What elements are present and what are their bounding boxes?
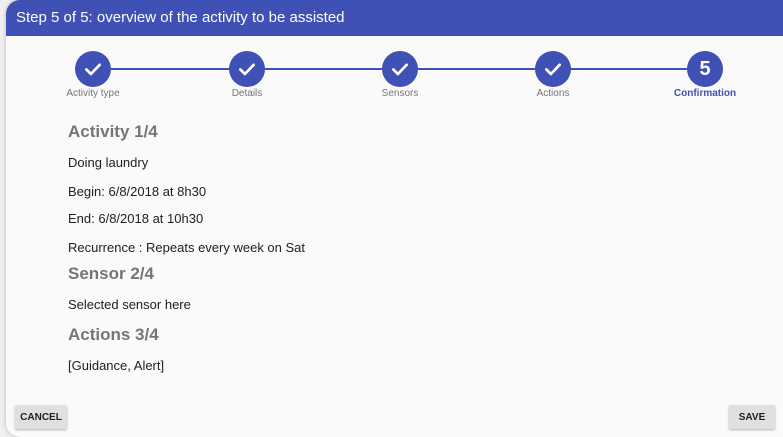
- actions-value: [Guidance, Alert]: [68, 358, 165, 373]
- check-icon: [85, 63, 101, 76]
- step-5-number: 5: [699, 57, 711, 80]
- activity-recurrence: Recurrence : Repeats every week on Sat: [68, 240, 306, 255]
- cancel-button[interactable]: CANCEL: [15, 405, 67, 429]
- step-4-label: Actions: [536, 88, 570, 99]
- step-4-done-indicator[interactable]: [535, 51, 571, 87]
- save-button[interactable]: SAVE: [729, 405, 775, 429]
- check-icon: [392, 63, 408, 76]
- activity-name: Doing laundry: [68, 155, 149, 170]
- step-1-label: Activity type: [66, 88, 120, 99]
- check-icon: [239, 63, 255, 76]
- dialog-title: Step 5 of 5: overview of the activity to…: [6, 0, 783, 36]
- actions-section-title: Actions 3/4: [68, 325, 159, 344]
- check-icon: [545, 63, 561, 76]
- step-5-active-indicator[interactable]: 5: [687, 51, 723, 87]
- activity-section-title: Activity 1/4: [68, 122, 158, 141]
- wizard-dialog: Step 5 of 5: overview of the activity to…: [6, 0, 783, 437]
- step-3-done-indicator[interactable]: [382, 51, 418, 87]
- step-5-label: Confirmation: [673, 88, 737, 99]
- stepper: Activity type Details Sensors Actions 5 …: [6, 36, 783, 106]
- sensor-value: Selected sensor here: [68, 297, 191, 312]
- step-1-done-indicator[interactable]: [75, 51, 111, 87]
- activity-end: End: 6/8/2018 at 10h30: [68, 211, 204, 226]
- step-2-label: Details: [231, 88, 263, 99]
- step-3-label: Sensors: [381, 88, 419, 99]
- activity-begin: Begin: 6/8/2018 at 8h30: [68, 184, 207, 199]
- sensor-section-title: Sensor 2/4: [68, 264, 154, 283]
- step-2-done-indicator[interactable]: [229, 51, 265, 87]
